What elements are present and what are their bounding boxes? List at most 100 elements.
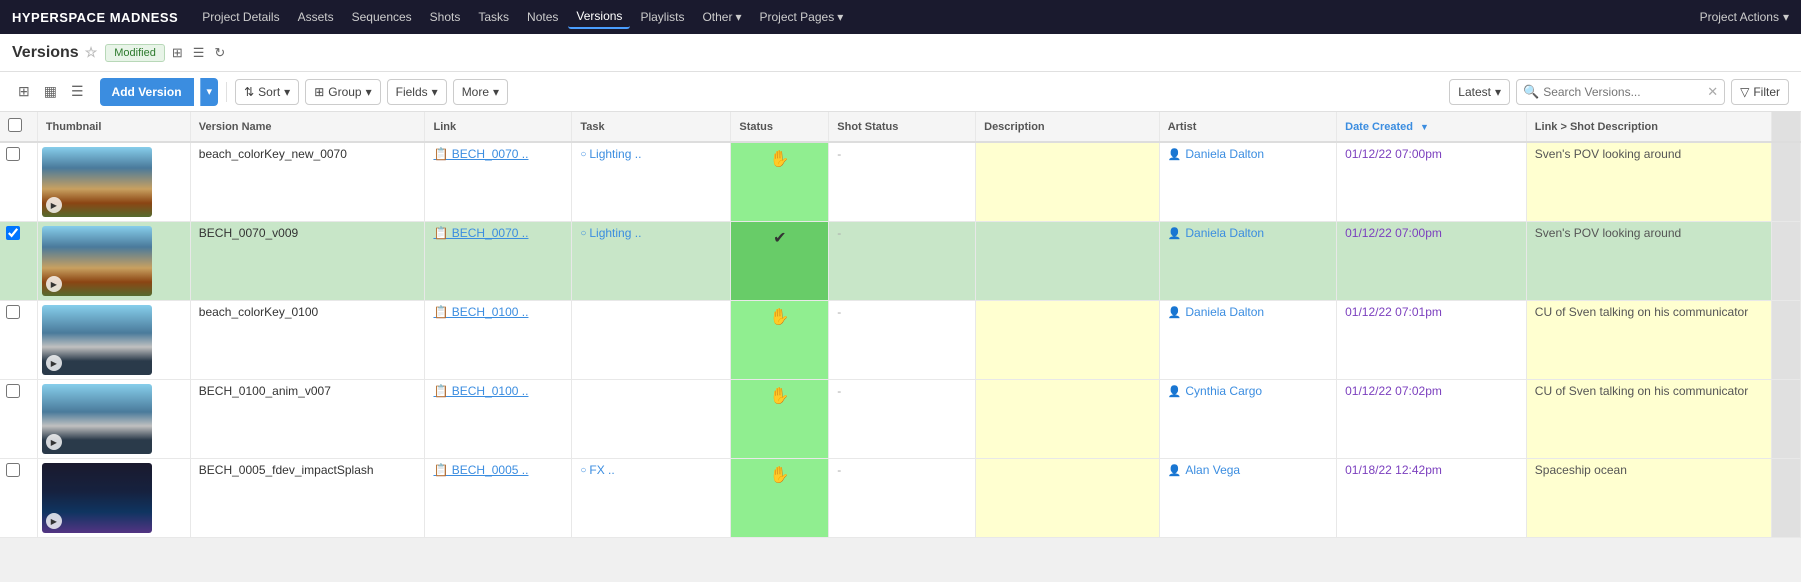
date-created-cell: 01/18/22 12:42pm [1337,459,1527,538]
link-cell: 📋 BECH_0100 .. [425,301,572,380]
col-header-date-created[interactable]: Date Created ▼ [1337,112,1527,142]
link-value[interactable]: 📋 BECH_0070 .. [433,147,528,161]
play-icon[interactable]: ▶ [46,276,62,292]
version-name-cell: BECH_0005_fdev_impactSplash [190,459,425,538]
toolbar-separator-1 [226,82,227,102]
extra-cell [1771,380,1800,459]
task-link[interactable]: ○Lighting .. [580,226,722,240]
task-icon: ○ [580,149,586,160]
add-version-button[interactable]: Add Version [100,78,194,106]
thumbnail-cell[interactable]: ▶ [37,222,190,301]
link-shot-desc-cell: CU of Sven talking on his communicator [1526,380,1771,459]
col-header-checkbox[interactable] [0,112,37,142]
thumbnail-view-icon[interactable]: ⊞ [12,79,36,104]
row-checkbox[interactable] [6,147,20,161]
artist-name[interactable]: 👤Cynthia Cargo [1168,384,1328,398]
nav-shots[interactable]: Shots [422,6,469,28]
sub-header: Versions ☆ Modified ⊞ ☰ ↻ [0,34,1801,72]
link-value[interactable]: 📋 BECH_0070 .. [433,226,528,240]
play-icon[interactable]: ▶ [46,197,62,213]
status-cell: ✋ [731,459,829,538]
nav-versions[interactable]: Versions [568,5,630,29]
status-icon[interactable]: ✔ [739,226,820,250]
play-icon[interactable]: ▶ [46,355,62,371]
nav-project-pages[interactable]: Project Pages ▾ [752,6,852,28]
col-header-description[interactable]: Description [976,112,1160,142]
search-input[interactable] [1543,85,1703,99]
thumbnail-image: ▶ [42,147,152,217]
status-icon[interactable]: ✋ [739,384,820,408]
favorite-star-icon[interactable]: ☆ [85,44,98,61]
thumbnail-cell[interactable]: ▶ [37,380,190,459]
task-cell [572,380,731,459]
sort-button[interactable]: ⇅ Sort ▾ [235,79,299,105]
version-name[interactable]: BECH_0070_v009 [199,226,298,240]
nav-project-details[interactable]: Project Details [194,6,287,28]
thumbnail-cell[interactable]: ▶ [37,142,190,222]
artist-name[interactable]: 👤Daniela Dalton [1168,147,1328,161]
artist-name[interactable]: 👤Daniela Dalton [1168,305,1328,319]
col-header-status[interactable]: Status [731,112,829,142]
task-link[interactable]: ○FX .. [580,463,722,477]
version-name[interactable]: BECH_0005_fdev_impactSplash [199,463,374,477]
nav-playlists[interactable]: Playlists [632,6,692,28]
row-checkbox[interactable] [6,305,20,319]
task-link[interactable]: ○Lighting .. [580,147,722,161]
artist-name[interactable]: 👤Daniela Dalton [1168,226,1328,240]
play-icon[interactable]: ▶ [46,513,62,529]
status-icon[interactable]: ✋ [739,305,820,329]
row-checkbox[interactable] [6,226,20,240]
artist-name[interactable]: 👤Alan Vega [1168,463,1328,477]
date-created-value: 01/12/22 07:00pm [1345,147,1442,161]
version-name[interactable]: beach_colorKey_new_0070 [199,147,347,161]
status-icon[interactable]: ✋ [739,463,820,487]
col-header-shot-status[interactable]: Shot Status [829,112,976,142]
version-name[interactable]: beach_colorKey_0100 [199,305,318,319]
artist-cell: 👤Daniela Dalton [1159,222,1336,301]
col-header-thumbnail[interactable]: Thumbnail [37,112,190,142]
nav-assets[interactable]: Assets [290,6,342,28]
refresh-icon[interactable]: ↻ [211,42,228,64]
latest-filter-button[interactable]: Latest ▾ [1449,79,1510,105]
layout-icon[interactable]: ⊞ [169,42,186,64]
play-icon[interactable]: ▶ [46,434,62,450]
extra-cell [1771,301,1800,380]
latest-chevron-icon: ▾ [1495,85,1501,99]
select-all-checkbox[interactable] [8,118,22,132]
more-button[interactable]: More ▾ [453,79,508,105]
date-created-cell: 01/12/22 07:00pm [1337,222,1527,301]
group-button[interactable]: ⊞ Group ▾ [305,79,380,105]
fields-button[interactable]: Fields ▾ [387,79,447,105]
col-header-artist[interactable]: Artist [1159,112,1336,142]
nav-notes[interactable]: Notes [519,6,566,28]
list-view-icon[interactable]: ☰ [190,42,208,64]
version-name[interactable]: BECH_0100_anim_v007 [199,384,331,398]
nav-other[interactable]: Other ▾ [694,6,749,28]
search-clear-icon[interactable]: ✕ [1707,84,1718,100]
table-row: ▶ BECH_0070_v009 📋 BECH_0070 .. ○Lightin… [0,222,1801,301]
col-header-task[interactable]: Task [572,112,731,142]
row-checkbox[interactable] [6,463,20,477]
col-header-link[interactable]: Link [425,112,572,142]
col-header-link-shot-desc[interactable]: Link > Shot Description [1526,112,1771,142]
thumbnail-cell[interactable]: ▶ [37,459,190,538]
status-icon[interactable]: ✋ [739,147,820,171]
date-created-value: 01/12/22 07:01pm [1345,305,1442,319]
link-value[interactable]: 📋 BECH_0100 .. [433,384,528,398]
link-value[interactable]: 📋 BECH_0005 .. [433,463,528,477]
page-title: Versions ☆ [12,44,97,62]
add-version-arrow-button[interactable]: ▾ [200,78,219,106]
task-cell: ○Lighting .. [572,142,731,222]
row-checkbox[interactable] [6,384,20,398]
project-actions-button[interactable]: Project Actions ▾ [1700,10,1789,24]
nav-tasks[interactable]: Tasks [470,6,517,28]
filter-button[interactable]: ▽ Filter [1731,79,1789,105]
nav-sequences[interactable]: Sequences [344,6,420,28]
shot-status-value: - [837,305,841,319]
table-row: ▶ BECH_0100_anim_v007 📋 BECH_0100 .. ✋ -… [0,380,1801,459]
link-value[interactable]: 📋 BECH_0100 .. [433,305,528,319]
grid-view-icon[interactable]: ▦ [38,79,63,104]
col-header-version-name[interactable]: Version Name [190,112,425,142]
list-view-icon[interactable]: ☰ [65,79,90,104]
thumbnail-cell[interactable]: ▶ [37,301,190,380]
